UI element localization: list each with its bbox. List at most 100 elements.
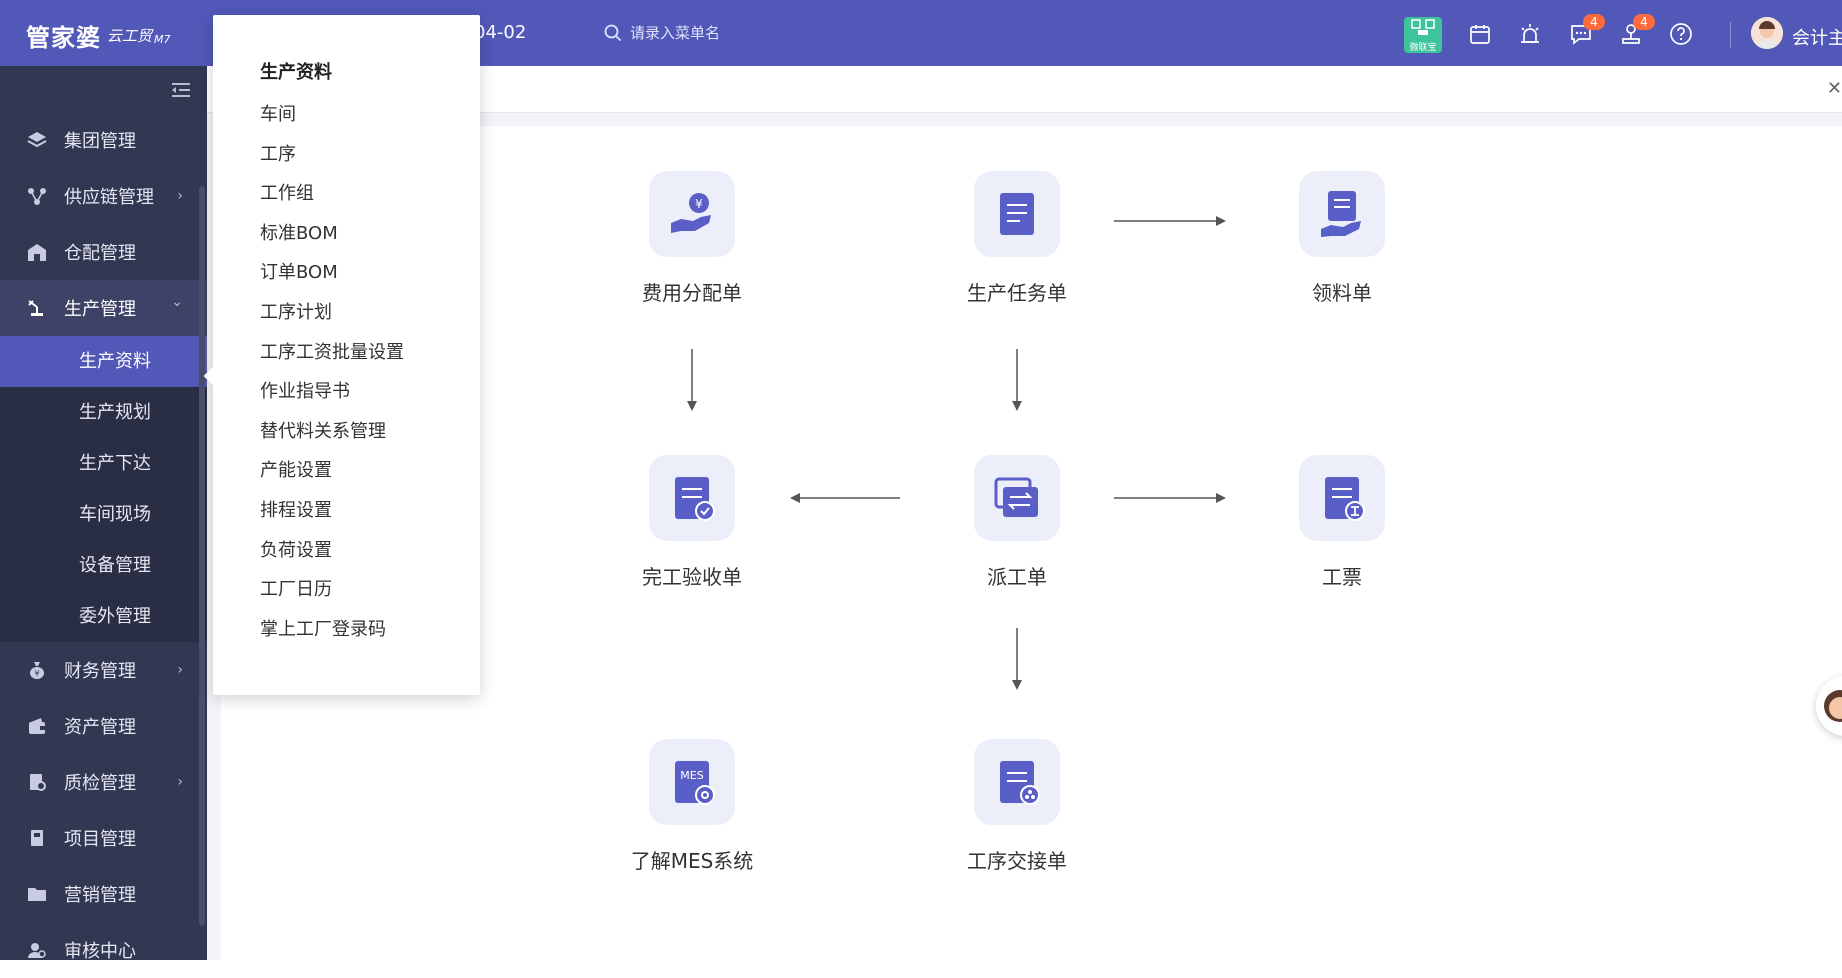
sidebar-item-label: 审核中心 — [64, 941, 136, 962]
submenu-item-equipment[interactable]: 设备管理 — [0, 540, 207, 591]
node-label: 工序交接单 — [967, 849, 1067, 873]
message-icon[interactable]: 4 — [1567, 14, 1605, 48]
sidebar-item-group[interactable]: 集团管理 — [0, 112, 207, 168]
sidebar-item-label: 仓配管理 — [64, 243, 136, 264]
sidebar-item-warehouse[interactable]: 仓配管理 — [0, 224, 207, 280]
alarm-icon[interactable] — [1516, 20, 1544, 48]
svg-text:¥: ¥ — [695, 197, 703, 211]
sidebar-item-label: 财务管理 — [64, 661, 136, 682]
popover-item-process-plan[interactable]: 工序计划 — [260, 293, 404, 333]
production-submenu: 生产资料 生产规划 生产下达 车间现场 设备管理 委外管理 — [0, 336, 207, 642]
node-label: 派工单 — [987, 565, 1047, 589]
user-avatar[interactable] — [1751, 17, 1783, 49]
popover-item-workshop[interactable]: 车间 — [260, 95, 404, 135]
popover-title: 生产资料 — [260, 62, 332, 83]
sidebar: 集团管理 供应链管理 › 仓配管理 生产管理 ⌄ 生产资料 生产规划 生产下达 … — [0, 66, 207, 962]
sidebar-item-label: 项目管理 — [64, 829, 136, 850]
node-label: 了解MES系统 — [630, 849, 754, 873]
sidebar-item-supply-chain[interactable]: 供应链管理 › — [0, 168, 207, 224]
node-production-task[interactable]: 生产任务单 — [947, 171, 1087, 306]
sidebar-item-project[interactable]: 项目管理 — [0, 810, 207, 866]
document-icon — [974, 171, 1060, 257]
sidebar-item-production[interactable]: 生产管理 ⌄ — [0, 280, 207, 336]
sidebar-item-label: 集团管理 — [64, 131, 136, 152]
popover-item-wage-batch-settings[interactable]: 工序工资批量设置 — [260, 333, 404, 373]
popover-item-capacity-settings[interactable]: 产能设置 — [260, 451, 404, 491]
node-label: 领料单 — [1312, 281, 1372, 305]
qr-label: 微联宝 — [1409, 43, 1437, 53]
popover-item-work-instructions[interactable]: 作业指导书 — [260, 372, 404, 412]
arrow-task-down — [1012, 349, 1022, 411]
popover-item-work-group[interactable]: 工作组 — [260, 174, 404, 214]
sidebar-item-finance[interactable]: ¥ 财务管理 › — [0, 642, 207, 698]
logo-subtitle: 云工贸 — [107, 26, 153, 45]
handover-icon — [974, 739, 1060, 825]
arrow-dispatch-down — [1012, 628, 1022, 690]
wallet-icon — [26, 715, 48, 737]
sidebar-scrollbar[interactable] — [199, 186, 205, 926]
sidebar-collapse-row — [0, 66, 207, 112]
node-material-requisition[interactable]: 领料单 — [1272, 171, 1412, 306]
qr-code-icon[interactable]: 微联宝 — [1404, 17, 1442, 53]
popover-item-mobile-login-code[interactable]: 掌上工厂登录码 — [260, 610, 404, 650]
popover-item-factory-calendar[interactable]: 工厂日历 — [260, 570, 404, 610]
approval-icon[interactable]: 4 — [1617, 14, 1655, 48]
svg-text:¥: ¥ — [34, 669, 39, 678]
node-process-handover[interactable]: 工序交接单 — [947, 739, 1087, 874]
warehouse-icon — [26, 241, 48, 263]
work-ticket-icon — [1299, 455, 1385, 541]
popover-item-order-bom[interactable]: 订单BOM — [260, 253, 404, 293]
submenu-item-production-planning[interactable]: 生产规划 — [0, 387, 207, 438]
popover-item-scheduling-settings[interactable]: 排程设置 — [260, 491, 404, 531]
sidebar-item-label: 生产管理 — [64, 299, 136, 320]
popover-menu: 车间 工序 工作组 标准BOM 订单BOM 工序计划 工序工资批量设置 作业指导… — [260, 95, 404, 649]
sidebar-item-quality[interactable]: 质检管理 › — [0, 754, 207, 810]
node-dispatch[interactable]: 派工单 — [947, 455, 1087, 590]
node-mes-intro[interactable]: MES 了解MES系统 — [622, 739, 762, 874]
sidebar-item-assets[interactable]: 资产管理 — [0, 698, 207, 754]
inspection-icon — [26, 771, 48, 793]
arrow-task-to-requisition — [1114, 216, 1226, 226]
node-label: 完工验收单 — [642, 565, 742, 589]
collapse-menu-icon[interactable] — [170, 81, 192, 99]
calendar-icon[interactable] — [1466, 20, 1494, 48]
chevron-right-icon: › — [177, 774, 183, 790]
layers-icon — [26, 129, 48, 151]
dispatch-icon — [974, 455, 1060, 541]
message-badge: 4 — [1583, 14, 1605, 30]
sidebar-item-label: 营销管理 — [64, 885, 136, 906]
search-icon — [604, 24, 622, 41]
close-icon[interactable]: ✕ — [1827, 78, 1842, 99]
submenu-item-workshop-site[interactable]: 车间现场 — [0, 489, 207, 540]
menu-search[interactable]: 请录入菜单名 — [604, 22, 720, 43]
popover-item-standard-bom[interactable]: 标准BOM — [260, 214, 404, 254]
svg-text:MES: MES — [680, 769, 703, 782]
search-placeholder: 请录入菜单名 — [630, 24, 721, 42]
user-name[interactable]: 会计主 — [1792, 24, 1842, 50]
arrow-cost-down — [687, 349, 697, 411]
node-label: 工票 — [1322, 565, 1362, 589]
logo-text: 管家婆 — [26, 23, 101, 52]
app-logo[interactable]: 管家婆 云工贸 M7 — [26, 18, 171, 52]
sidebar-item-audit[interactable]: 审核中心 — [0, 922, 207, 978]
approval-badge: 4 — [1633, 14, 1655, 30]
popover-item-substitute-materials[interactable]: 替代料关系管理 — [260, 412, 404, 452]
logo-version: M7 — [154, 32, 171, 46]
arrow-dispatch-to-acceptance — [790, 493, 900, 503]
node-work-ticket[interactable]: 工票 — [1272, 455, 1412, 590]
chevron-right-icon: › — [177, 188, 183, 204]
sidebar-item-label: 供应链管理 — [64, 187, 154, 208]
submenu-item-production-release[interactable]: 生产下达 — [0, 438, 207, 489]
audit-icon — [26, 939, 48, 961]
help-icon[interactable] — [1667, 20, 1695, 48]
submenu-item-production-data[interactable]: 生产资料 — [0, 336, 207, 387]
node-cost-allocation[interactable]: ¥ 费用分配单 — [622, 171, 762, 306]
factory-icon — [26, 297, 48, 319]
cost-allocation-icon: ¥ — [649, 171, 735, 257]
node-completion-acceptance[interactable]: 完工验收单 — [622, 455, 762, 590]
popover-item-load-settings[interactable]: 负荷设置 — [260, 531, 404, 571]
popover-item-process[interactable]: 工序 — [260, 135, 404, 175]
submenu-item-outsourcing[interactable]: 委外管理 — [0, 591, 207, 642]
sidebar-item-marketing[interactable]: 营销管理 — [0, 866, 207, 922]
node-label: 费用分配单 — [642, 281, 742, 305]
